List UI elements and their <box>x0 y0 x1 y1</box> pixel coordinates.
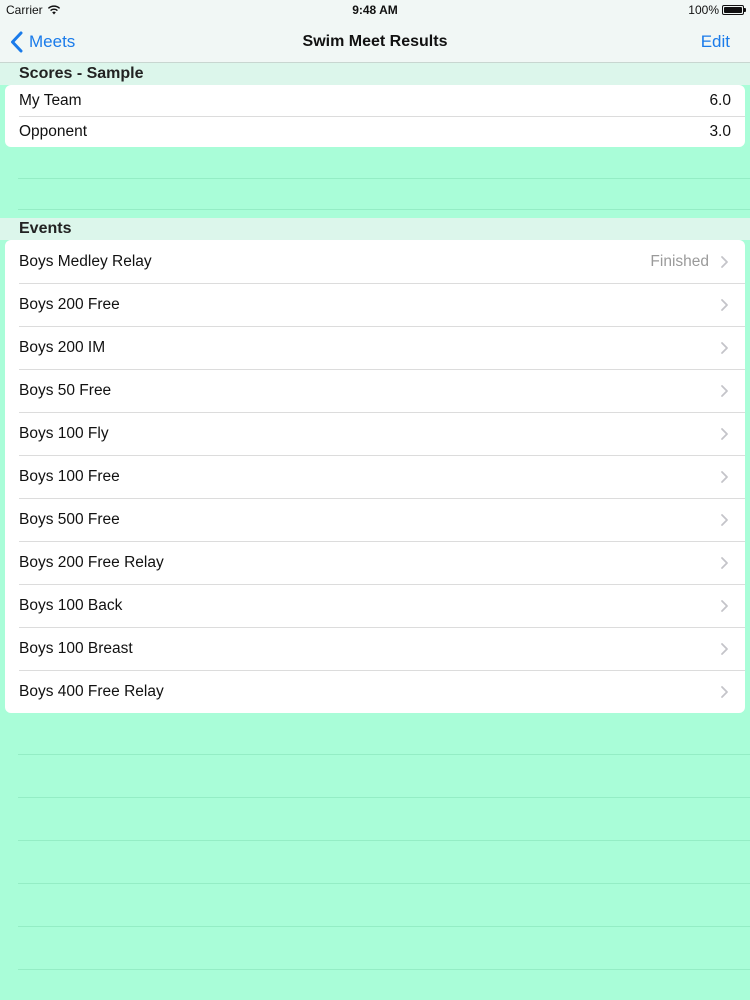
event-name: Boys 200 Free Relay <box>19 553 164 571</box>
event-row[interactable]: Boys 400 Free Relay <box>5 670 745 713</box>
score-row-value: 3.0 <box>709 122 731 140</box>
event-name: Boys 100 Fly <box>19 424 109 442</box>
navigation-bar: Meets Swim Meet Results Edit <box>0 20 750 63</box>
event-name: Boys Medley Relay <box>19 252 152 270</box>
battery-indicator: 100% <box>688 3 746 17</box>
scores-table: My Team 6.0 Opponent 3.0 <box>5 85 745 147</box>
chevron-right-icon <box>721 298 728 311</box>
event-name: Boys 100 Back <box>19 596 123 614</box>
event-row[interactable]: Boys Medley Relay Finished <box>5 240 745 283</box>
event-row[interactable]: Boys 50 Free <box>5 369 745 412</box>
event-status: Finished <box>650 252 709 270</box>
separator-line <box>18 797 750 798</box>
battery-icon <box>722 5 746 15</box>
events-table: Boys Medley Relay Finished Boys 200 Free Bo… <box>5 240 745 713</box>
chevron-right-icon <box>721 513 728 526</box>
scores-section-header: Scores - Sample <box>0 63 750 85</box>
score-row-value: 6.0 <box>709 91 731 109</box>
score-row-opponent: Opponent 3.0 <box>5 116 745 147</box>
event-name: Boys 400 Free Relay <box>19 682 164 700</box>
chevron-right-icon <box>721 642 728 655</box>
score-row-label: My Team <box>19 91 82 109</box>
separator-line <box>18 754 750 755</box>
event-name: Boys 100 Breast <box>19 639 133 657</box>
event-row[interactable]: Boys 100 Breast <box>5 627 745 670</box>
event-row[interactable]: Boys 100 Back <box>5 584 745 627</box>
events-section-header: Events <box>0 218 750 240</box>
battery-fill <box>724 7 742 13</box>
separator-line <box>18 926 750 927</box>
separator-line <box>18 883 750 884</box>
separator-line <box>18 178 750 179</box>
event-name: Boys 200 Free <box>19 295 120 313</box>
score-row-label: Opponent <box>19 122 88 140</box>
event-row[interactable]: Boys 200 Free <box>5 283 745 326</box>
chevron-right-icon <box>721 556 728 569</box>
chevron-right-icon <box>721 599 728 612</box>
event-name: Boys 200 IM <box>19 338 106 356</box>
chevron-right-icon <box>721 427 728 440</box>
chevron-right-icon <box>721 470 728 483</box>
event-row[interactable]: Boys 100 Fly <box>5 412 745 455</box>
chevron-right-icon <box>721 341 728 354</box>
score-row-my-team: My Team 6.0 <box>5 85 745 116</box>
chevron-right-icon <box>721 685 728 698</box>
separator-line <box>18 840 750 841</box>
status-time: 9:48 AM <box>352 3 398 17</box>
chevron-right-icon <box>721 255 728 268</box>
battery-percent: 100% <box>688 3 719 17</box>
event-row[interactable]: Boys 200 Free Relay <box>5 541 745 584</box>
event-name: Boys 100 Free <box>19 467 120 485</box>
separator-line <box>18 969 750 970</box>
chevron-right-icon <box>721 384 728 397</box>
separator-line <box>18 209 750 210</box>
page-title: Swim Meet Results <box>302 33 448 50</box>
event-name: Boys 50 Free <box>19 381 112 399</box>
event-row[interactable]: Boys 100 Free <box>5 455 745 498</box>
status-bar: Carrier 9:48 AM 100% <box>0 0 750 20</box>
edit-button[interactable]: Edit <box>701 20 730 63</box>
event-row[interactable]: Boys 500 Free <box>5 498 745 541</box>
event-row[interactable]: Boys 200 IM <box>5 326 745 369</box>
event-name: Boys 500 Free <box>19 510 120 528</box>
